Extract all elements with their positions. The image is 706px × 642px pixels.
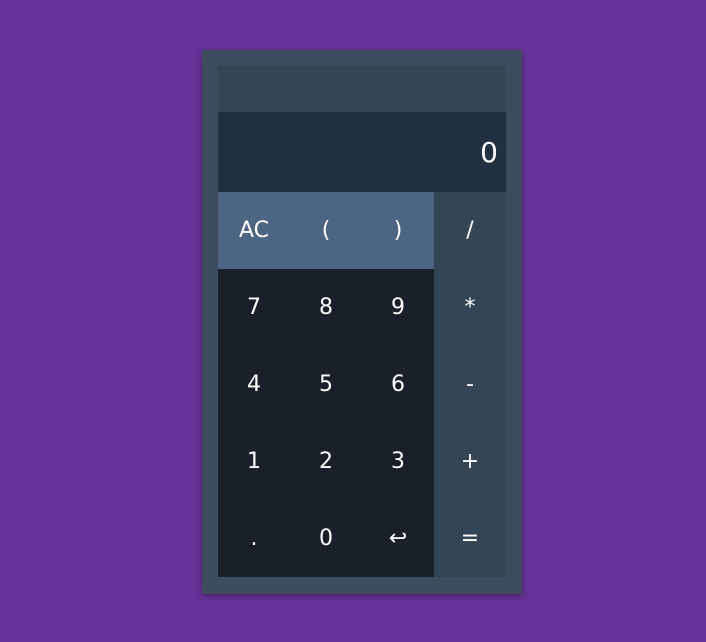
subtract-button[interactable]: -: [434, 346, 506, 423]
history-display: [218, 66, 506, 112]
keypad: AC ( ) / 7 8 9 * 4 5 6 - 1 2 3 + . 0 ↩ =: [218, 192, 506, 577]
digit-4-button[interactable]: 4: [218, 346, 290, 423]
digit-8-button[interactable]: 8: [290, 269, 362, 346]
result-display: 0: [218, 112, 506, 192]
multiply-button[interactable]: *: [434, 269, 506, 346]
digit-5-button[interactable]: 5: [290, 346, 362, 423]
equals-button[interactable]: =: [434, 500, 506, 577]
backspace-button[interactable]: ↩: [362, 500, 434, 577]
divide-button[interactable]: /: [434, 192, 506, 269]
calculator: 0 AC ( ) / 7 8 9 * 4 5 6 - 1 2 3 + . 0 ↩…: [202, 50, 522, 594]
add-button[interactable]: +: [434, 423, 506, 500]
digit-2-button[interactable]: 2: [290, 423, 362, 500]
digit-6-button[interactable]: 6: [362, 346, 434, 423]
digit-7-button[interactable]: 7: [218, 269, 290, 346]
digit-1-button[interactable]: 1: [218, 423, 290, 500]
all-clear-button[interactable]: AC: [218, 192, 290, 269]
result-value: 0: [480, 135, 498, 169]
backspace-icon: ↩: [388, 526, 408, 551]
open-paren-button[interactable]: (: [290, 192, 362, 269]
digit-9-button[interactable]: 9: [362, 269, 434, 346]
digit-0-button[interactable]: 0: [290, 500, 362, 577]
digit-3-button[interactable]: 3: [362, 423, 434, 500]
close-paren-button[interactable]: ): [362, 192, 434, 269]
decimal-point-button[interactable]: .: [218, 500, 290, 577]
